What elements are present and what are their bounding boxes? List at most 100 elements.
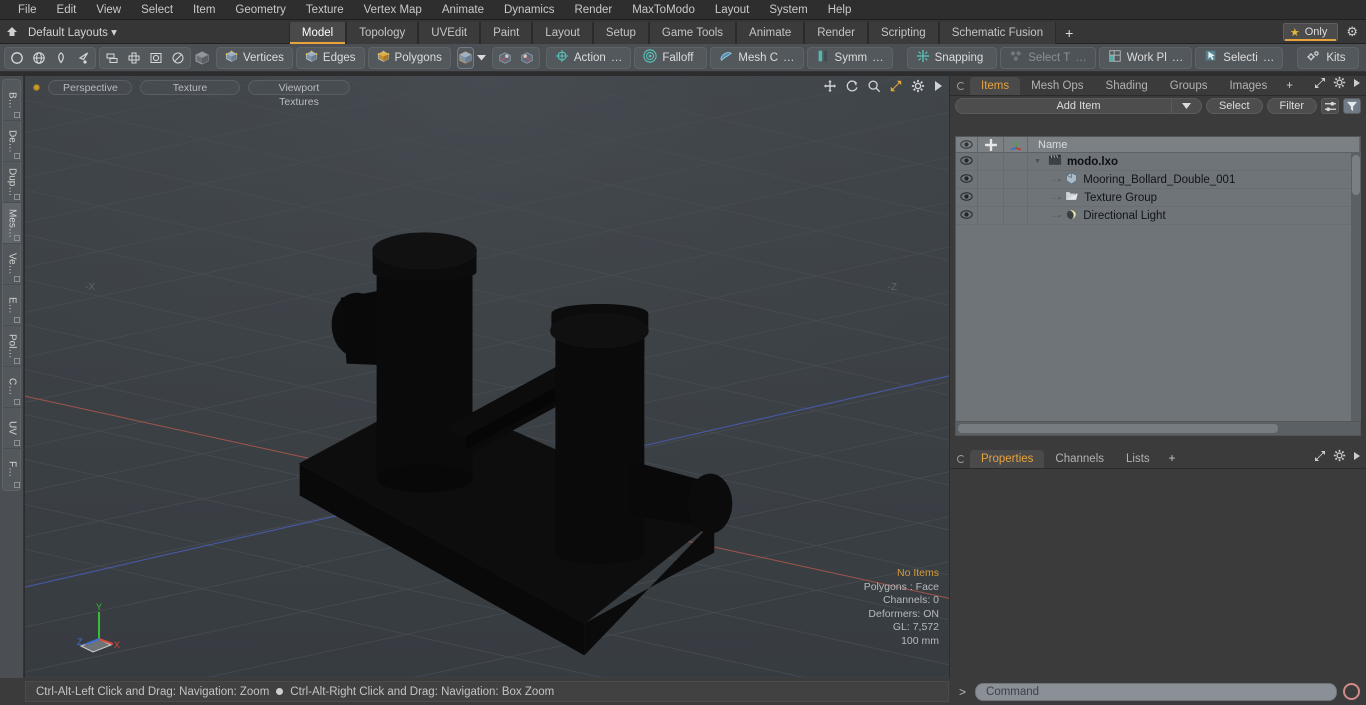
add-layout-tab-button[interactable]: +: [1056, 22, 1082, 44]
expand-icon[interactable]: [1314, 77, 1326, 92]
menu-item-system[interactable]: System: [759, 0, 817, 20]
menu-item-view[interactable]: View: [86, 0, 131, 20]
play-icon[interactable]: [933, 80, 943, 95]
tab-mesh-ops[interactable]: Mesh Ops: [1020, 77, 1095, 95]
tool-select-t[interactable]: Select T…: [1000, 46, 1096, 69]
pan-icon[interactable]: [823, 79, 837, 96]
menu-item-render[interactable]: Render: [564, 0, 622, 20]
tab-lists[interactable]: Lists: [1115, 450, 1161, 468]
tool-work-pl[interactable]: Work Pl…: [1098, 46, 1193, 69]
orientation-gizmo[interactable]: Y X Z: [73, 602, 129, 658]
layouts-menu[interactable]: Default Layouts ▾: [24, 25, 127, 39]
lasso-icon[interactable]: [72, 48, 94, 68]
menu-item-layout[interactable]: Layout: [705, 0, 760, 20]
viewport-record-dot[interactable]: [33, 83, 40, 91]
pen-icon[interactable]: [50, 48, 72, 68]
item-tree-horizontal-scrollbar[interactable]: [956, 421, 1360, 435]
add-item-button[interactable]: Add Item: [955, 98, 1202, 114]
layout-tab-layout[interactable]: Layout: [532, 21, 593, 44]
tab-items[interactable]: Items: [970, 77, 1021, 95]
list-options-icon[interactable]: [1321, 98, 1339, 114]
row-axis-cell[interactable]: [1004, 153, 1028, 171]
command-input[interactable]: Command: [975, 682, 1337, 701]
align-cross-icon[interactable]: [123, 48, 145, 68]
layout-tab-render[interactable]: Render: [804, 21, 868, 44]
select-button[interactable]: Select: [1205, 98, 1263, 114]
layout-tab-scripting[interactable]: Scripting: [867, 21, 939, 44]
item-tree-vertical-scrollbar[interactable]: [1351, 153, 1361, 421]
layout-tab-schematic-fusion[interactable]: Schematic Fusion: [938, 21, 1057, 44]
row-visibility-toggle[interactable]: [956, 153, 978, 171]
vtool-5[interactable]: E…: [3, 285, 21, 326]
tab-groups[interactable]: Groups: [1158, 77, 1219, 95]
tool-action[interactable]: Action…: [545, 46, 632, 69]
row-name-cell[interactable]: ···▪ Directional Light: [1028, 207, 1360, 225]
tool-symm[interactable]: Symm…: [806, 46, 893, 69]
expand-icon[interactable]: [1314, 450, 1326, 465]
menu-item-animate[interactable]: Animate: [432, 0, 494, 20]
only-button[interactable]: ★ Only: [1282, 23, 1339, 41]
viewport-3d[interactable]: Perspective Texture Viewport Textures -X…: [25, 76, 949, 678]
align-ellipse-icon[interactable]: [167, 48, 189, 68]
arrow-icon[interactable]: [1353, 451, 1361, 464]
component-mode-vertices[interactable]: Vertices: [216, 46, 293, 69]
row-lock-cell[interactable]: [978, 153, 1004, 171]
vtool-2[interactable]: Dup…: [3, 162, 21, 203]
row-name-cell[interactable]: ···▪ Texture Group: [1028, 189, 1360, 207]
row-name-cell[interactable]: ▼ modo.lxo: [1028, 153, 1360, 171]
snap-a-icon[interactable]: [494, 48, 516, 68]
menu-item-geometry[interactable]: Geometry: [225, 0, 296, 20]
vtool-9[interactable]: F…: [3, 449, 21, 490]
component-mode-polygons[interactable]: Polygons: [367, 46, 451, 69]
tab-properties[interactable]: Properties: [970, 450, 1045, 468]
vtool-1[interactable]: De…: [3, 121, 21, 162]
table-row[interactable]: ▼ modo.lxo: [956, 153, 1360, 171]
row-name-cell[interactable]: ···▪ Mooring_Bollard_Double_001: [1028, 171, 1360, 189]
tab-images[interactable]: Images: [1218, 77, 1279, 95]
vtool-3[interactable]: Mes…: [3, 203, 21, 244]
menu-item-edit[interactable]: Edit: [47, 0, 87, 20]
arrow-icon[interactable]: [1353, 78, 1361, 91]
gear-icon[interactable]: [911, 79, 925, 96]
tool-selecti[interactable]: Selecti…: [1195, 46, 1284, 69]
viewport-camera-button[interactable]: Perspective: [48, 79, 132, 95]
vtool-0[interactable]: B…: [3, 80, 21, 121]
menu-item-item[interactable]: Item: [183, 0, 225, 20]
item-cube-icon[interactable]: [456, 46, 474, 69]
table-row[interactable]: ···▪ Directional Light: [956, 206, 1360, 225]
snap-b-icon[interactable]: [516, 48, 538, 68]
row-visibility-toggle[interactable]: [956, 188, 978, 207]
record-circle-icon[interactable]: [1343, 683, 1360, 700]
menu-item-select[interactable]: Select: [131, 0, 183, 20]
vtool-6[interactable]: Pol…: [3, 326, 21, 367]
layout-tab-model[interactable]: Model: [288, 21, 347, 44]
viewport-shading-button[interactable]: Texture: [140, 79, 240, 95]
item-dropdown-caret-icon[interactable]: [476, 48, 486, 68]
row-lock-cell[interactable]: [978, 170, 1004, 189]
item-tree[interactable]: Name ▼ modo.lxo ···▪ Mooring_Bollard_Double…: [955, 136, 1361, 436]
tool-kits[interactable]: Kits: [1297, 46, 1360, 69]
align-stack-icon[interactable]: [101, 48, 123, 68]
cube-icon[interactable]: [194, 48, 210, 68]
menu-item-dynamics[interactable]: Dynamics: [494, 0, 564, 20]
item-tree-body[interactable]: ▼ modo.lxo ···▪ Mooring_Bollard_Double_001 ·…: [956, 153, 1360, 421]
tab-shading[interactable]: Shading: [1094, 77, 1159, 95]
menu-item-maxtomodo[interactable]: MaxToModo: [622, 0, 705, 20]
menu-item-texture[interactable]: Texture: [296, 0, 354, 20]
layout-tab-paint[interactable]: Paint: [480, 21, 533, 44]
tool-mesh-c[interactable]: Mesh C…: [710, 46, 804, 69]
row-axis-cell[interactable]: [1004, 206, 1028, 225]
row-visibility-toggle[interactable]: [956, 170, 978, 189]
menu-item-vertex-map[interactable]: Vertex Map: [354, 0, 432, 20]
table-row[interactable]: ···▪ Mooring_Bollard_Double_001: [956, 170, 1360, 189]
row-axis-cell[interactable]: [1004, 188, 1028, 207]
layout-tab-uvedit[interactable]: UVEdit: [418, 21, 481, 44]
layout-tab-animate[interactable]: Animate: [736, 21, 805, 44]
add-item-dropdown-caret-icon[interactable]: [1170, 98, 1201, 114]
row-lock-cell[interactable]: [978, 206, 1004, 225]
fit-icon[interactable]: [889, 79, 903, 96]
tab-add[interactable]: +: [1160, 450, 1184, 468]
scroll-thumb[interactable]: [1352, 155, 1360, 195]
align-square-icon[interactable]: [145, 48, 167, 68]
tab-add[interactable]: +: [1278, 77, 1301, 95]
